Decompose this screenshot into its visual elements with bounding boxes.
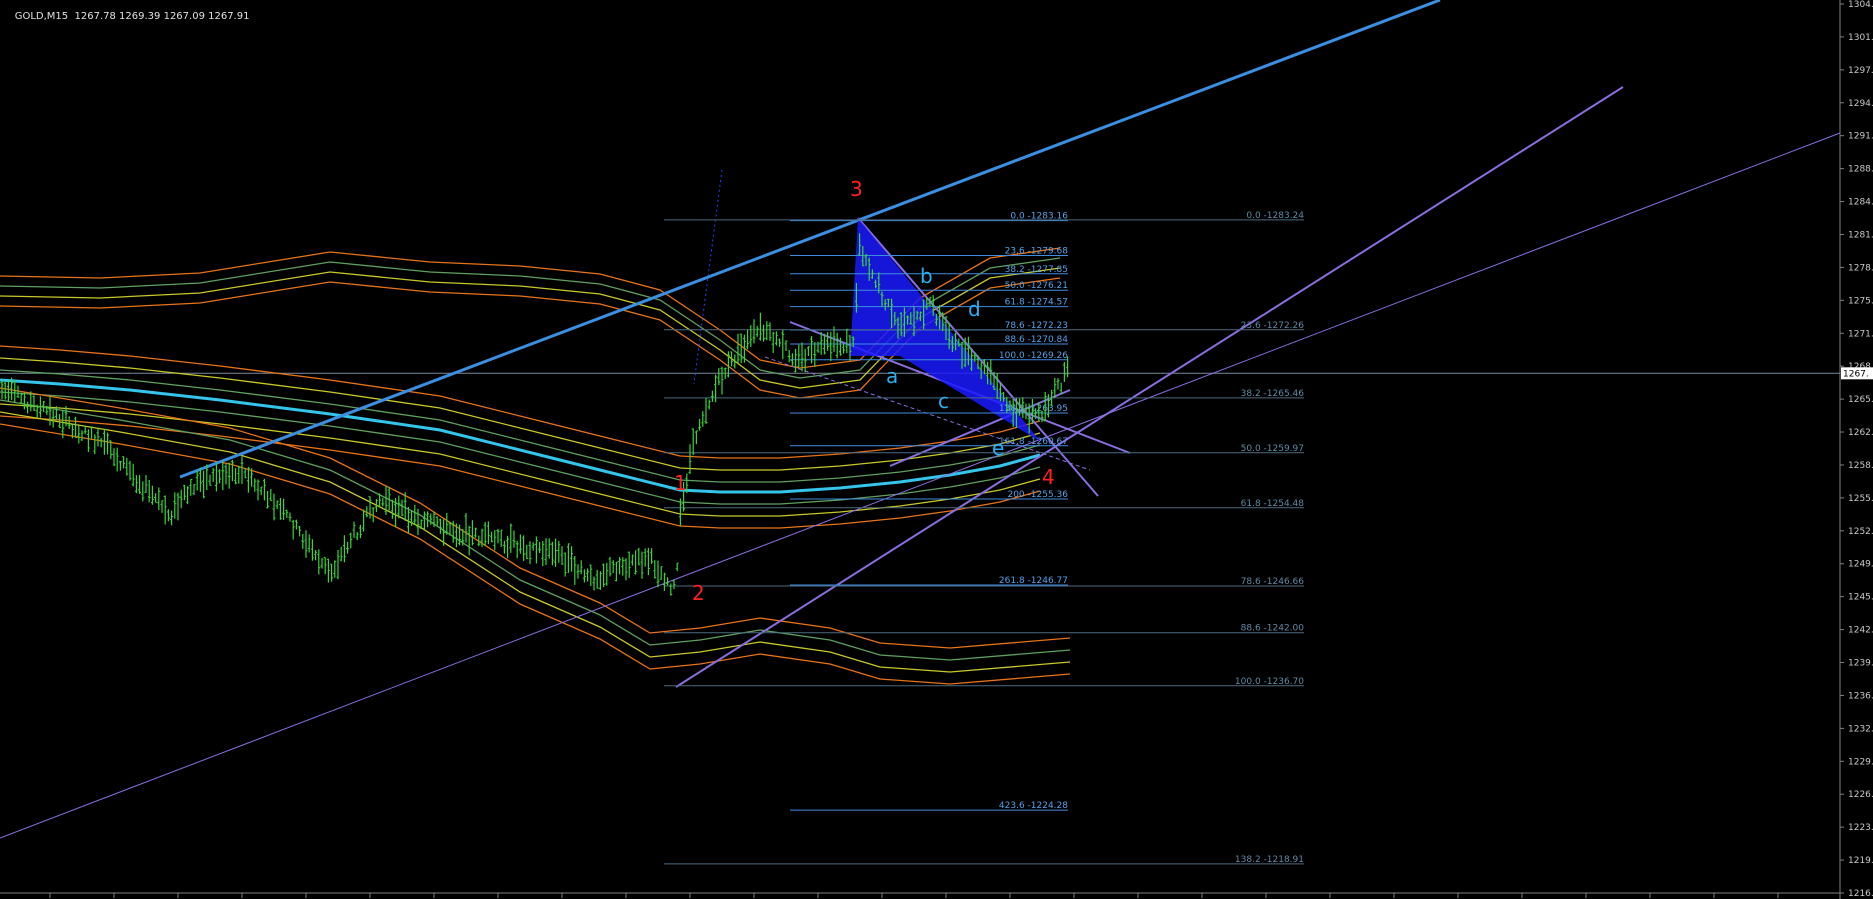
chart-window[interactable]: 1304. 1301. 1297. 1294. 1291. 1288. 1284. 1281.… xyxy=(0,0,1873,899)
y-tick-label: 1265. xyxy=(1848,395,1873,405)
fib-level-label-right: 0.0 -1283.24 xyxy=(1246,211,1304,221)
y-tick-label: 1242. xyxy=(1848,626,1873,636)
y-tick-label: 1262. xyxy=(1848,428,1873,438)
y-tick-label: 1297. xyxy=(1848,66,1873,76)
fib-level-label-left: 38.2 -1277.85 xyxy=(1005,265,1068,275)
fib-level-label-left: 200 -1255.36 xyxy=(1007,490,1068,500)
fib-level-label-left: 61.8 -1274.57 xyxy=(1005,298,1068,308)
ohlc-values: 1267.78 1269.39 1267.09 1267.91 xyxy=(74,11,250,22)
y-tick-label: 1271. xyxy=(1848,329,1873,339)
y-tick-label: 1223. xyxy=(1848,823,1873,833)
y-tick-label: 1278. xyxy=(1848,263,1873,273)
fib-level-label-left: 23.6 -1279.68 xyxy=(1005,246,1069,256)
y-tick-label: 1288. xyxy=(1848,165,1873,175)
y-tick-label: 1275. xyxy=(1848,296,1873,306)
y-tick-label: 1284. xyxy=(1848,198,1873,208)
y-tick-label: 1291. xyxy=(1848,132,1873,142)
y-tick-label: 1281. xyxy=(1848,230,1873,240)
fib-level-label-left: 423.6 -1224.28 xyxy=(999,801,1068,811)
wave-label-red: 3 xyxy=(850,177,863,201)
y-tick-label: 1239. xyxy=(1848,659,1873,669)
y-tick-label: 1229. xyxy=(1848,757,1873,767)
price-chart[interactable]: 1304. 1301. 1297. 1294. 1291. 1288. 1284. 1281.… xyxy=(0,0,1873,899)
y-tick-label: 1255. xyxy=(1848,494,1873,504)
fib-level-label-left: 161.8 -1260.67 xyxy=(999,437,1068,447)
current-price-label: 1267. xyxy=(1843,369,1869,379)
y-tick-label: 1232. xyxy=(1848,724,1873,734)
wave-label-cyan: d xyxy=(968,297,981,321)
y-tick-label: 1304. xyxy=(1848,0,1873,10)
y-tick-label: 1301. xyxy=(1848,33,1873,43)
y-tick-label: 1236. xyxy=(1848,691,1873,701)
wave-label-red: 4 xyxy=(1042,465,1055,489)
fib-level-label-left: 138.2 -1263.95 xyxy=(999,404,1068,414)
y-tick-label: 1249. xyxy=(1848,560,1873,570)
y-tick-label: 1258. xyxy=(1848,461,1873,471)
wave-label-cyan: b xyxy=(920,264,933,288)
fib-level-label-left: 50.0 -1276.21 xyxy=(1005,281,1068,291)
y-tick-label: 1294. xyxy=(1848,99,1873,109)
fib-level-label-left: 88.6 -1270.84 xyxy=(1005,335,1069,345)
y-tick-label: 1245. xyxy=(1848,593,1873,603)
wave-label-cyan: c xyxy=(938,389,949,413)
chart-background xyxy=(0,0,1873,899)
fib-level-label-right: 88.6 -1242.00 xyxy=(1241,624,1305,634)
y-tick-label: 1219. xyxy=(1848,856,1873,866)
fib-level-label-right: 100.0 -1236.70 xyxy=(1235,677,1304,687)
wave-label-cyan: a xyxy=(886,364,898,388)
symbol-header: GOLD,M15 1267.78 1269.39 1267.09 1267.91 xyxy=(2,0,250,33)
wave-label-red: 1 xyxy=(674,471,687,495)
fib-level-label-right: 61.8 -1254.48 xyxy=(1241,499,1305,509)
fib-level-label-left: 100.0 -1269.26 xyxy=(999,351,1068,361)
fib-level-label-left: 261.8 -1246.77 xyxy=(999,576,1068,586)
fib-level-label-right: 78.6 -1246.66 xyxy=(1241,577,1305,587)
y-tick-label: 1226. xyxy=(1848,790,1873,800)
wave-label-cyan: e xyxy=(992,436,1004,460)
wave-label-red: 2 xyxy=(692,581,705,605)
symbol-name: GOLD,M15 xyxy=(14,11,69,22)
y-tick-label: 1216. xyxy=(1848,889,1873,899)
fib-level-label-right: 138.2 -1218.91 xyxy=(1235,855,1304,865)
fib-level-label-right: 38.2 -1265.46 xyxy=(1241,389,1305,399)
fib-level-label-right: 23.6 -1272.26 xyxy=(1241,321,1305,331)
fib-level-label-right: 50.0 -1259.97 xyxy=(1241,444,1304,454)
y-tick-label: 1252. xyxy=(1848,527,1873,537)
